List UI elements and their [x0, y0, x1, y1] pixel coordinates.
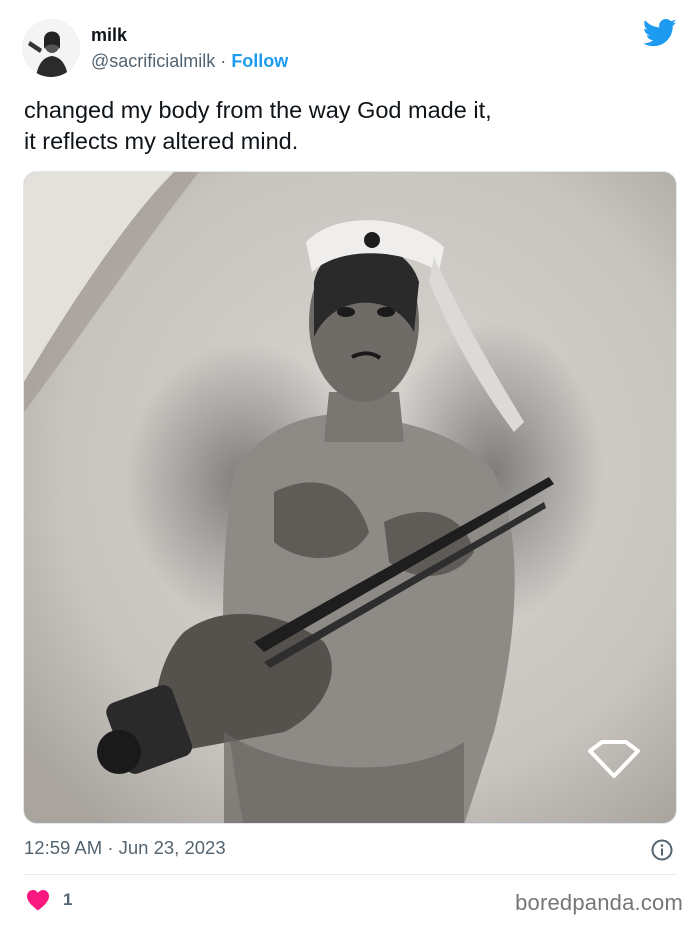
follow-button[interactable]: Follow — [231, 51, 288, 71]
author-name[interactable]: milk — [91, 25, 127, 46]
tweet-date[interactable]: Jun 23, 2023 — [119, 837, 226, 858]
tweet-text: changed my body from the way God made it… — [24, 95, 674, 157]
tweet-card: milk @sacrificialmilk · Follow changed m… — [0, 0, 700, 927]
divider — [23, 874, 677, 875]
tweet-media-tattoo-photo[interactable] — [23, 171, 677, 824]
tweet-time[interactable]: 12:59 AM — [24, 837, 102, 858]
info-icon[interactable] — [650, 838, 674, 862]
like-button[interactable]: 1 — [26, 889, 72, 911]
like-count: 1 — [63, 890, 73, 909]
tattoo-photo — [24, 172, 676, 823]
twitter-bird-icon[interactable] — [642, 18, 677, 48]
avatar-image — [22, 19, 80, 77]
tweet-text-line: it reflects my altered mind. — [24, 128, 299, 154]
heart-icon — [27, 890, 49, 911]
handle-row: @sacrificialmilk · Follow — [91, 51, 288, 72]
timestamp: 12:59 AM · Jun 23, 2023 — [24, 837, 226, 859]
author-handle[interactable]: @sacrificialmilk — [91, 51, 215, 71]
avatar[interactable] — [22, 19, 80, 77]
handle-separator: · — [220, 51, 227, 71]
watermark: boredpanda.com — [515, 890, 683, 915]
date-separator: · — [107, 837, 114, 858]
tweet-text-line: changed my body from the way God made it… — [24, 97, 492, 123]
